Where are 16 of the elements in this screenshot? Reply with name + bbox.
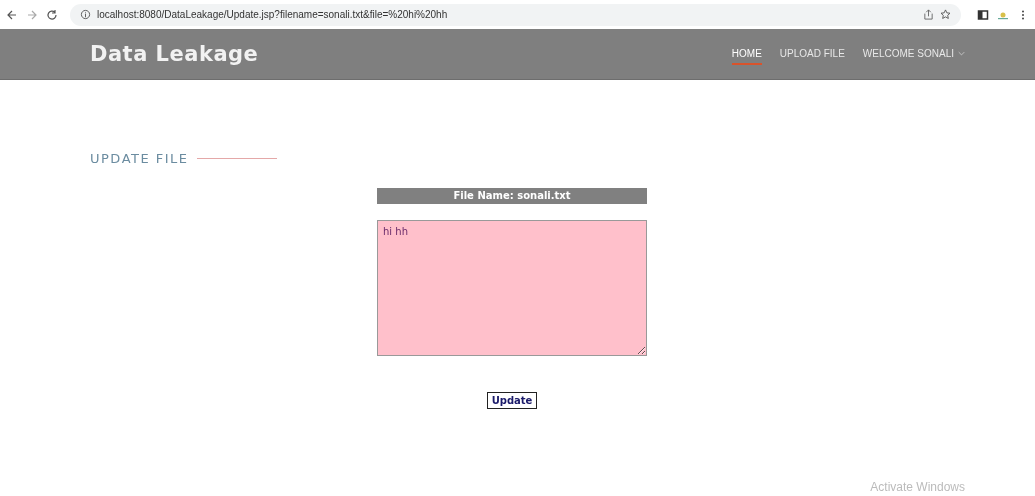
nav-link[interactable]: HOME	[731, 43, 762, 65]
file-content-field[interactable]: hi hh	[377, 220, 647, 356]
reload-icon[interactable]	[46, 8, 58, 21]
file-name-label: File Name: sonali.txt	[377, 188, 647, 204]
back-icon[interactable]	[6, 8, 18, 21]
address-bar[interactable]: localhost:8080/DataLeakage/Update.jsp?filename=sonali.txt&file=%20hi%20hh	[70, 3, 961, 26]
info-icon	[80, 9, 91, 20]
nav-link[interactable]: WELCOME SONALI	[862, 43, 965, 65]
activation-notice: Activate Windows	[870, 480, 965, 494]
site-logo[interactable]: Data Leakage	[90, 42, 259, 66]
update-button[interactable]: Update	[486, 392, 538, 409]
sidebar-icon[interactable]	[977, 8, 989, 21]
nav-link[interactable]: UPLOAD FILE	[779, 43, 845, 65]
section-title: UPDATE FILE	[90, 151, 189, 166]
star-icon[interactable]	[940, 9, 951, 20]
share-icon[interactable]	[923, 9, 934, 20]
